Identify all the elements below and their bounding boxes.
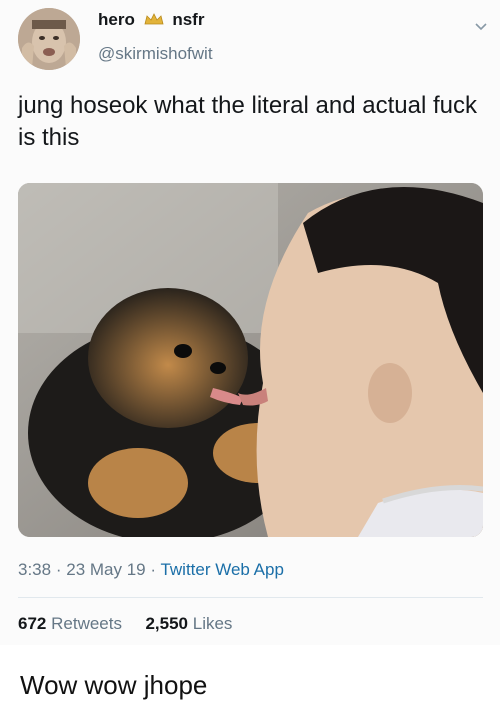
display-name-second[interactable]: nsfr: [172, 10, 204, 29]
tweet-metadata: 3:38 · 23 May 19 · Twitter Web App: [18, 560, 284, 580]
crown-icon: [143, 11, 165, 25]
separator: ·: [150, 560, 157, 579]
display-name-first[interactable]: hero: [98, 10, 135, 29]
tweet-photo[interactable]: [18, 183, 483, 537]
likes-count: 2,550: [145, 614, 188, 633]
likes-label: Likes: [192, 614, 233, 633]
separator: ·: [55, 560, 62, 579]
meme-caption: Wow wow jhope: [20, 670, 208, 700]
retweets-label: Retweets: [51, 614, 122, 633]
display-name[interactable]: hero nsfr: [98, 10, 204, 30]
tweet-date[interactable]: 23 May 19: [66, 560, 145, 579]
retweets-stat[interactable]: 672 Retweets: [18, 614, 127, 633]
avatar[interactable]: [18, 8, 80, 70]
tweet-card: hero nsfr @skirmishofwit jung hoseok wha…: [0, 0, 500, 645]
divider: [18, 597, 483, 598]
likes-stat[interactable]: 2,550 Likes: [145, 614, 232, 633]
retweets-count: 672: [18, 614, 47, 633]
tweet-stats: 672 Retweets 2,550 Likes: [18, 614, 232, 634]
tweet-source-link[interactable]: Twitter Web App: [160, 560, 283, 579]
tweet-time[interactable]: 3:38: [18, 560, 51, 579]
user-handle[interactable]: @skirmishofwit: [98, 44, 213, 64]
chevron-down-icon[interactable]: [474, 22, 488, 32]
tweet-text: jung hoseok what the literal and actual …: [18, 92, 477, 151]
